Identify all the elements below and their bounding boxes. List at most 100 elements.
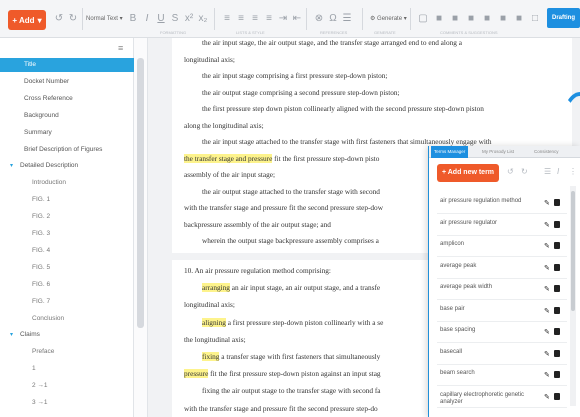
suggest-icon[interactable]: ■ bbox=[432, 12, 446, 26]
pencil-icon[interactable]: ✎ bbox=[544, 393, 550, 401]
pencil-icon[interactable]: ✎ bbox=[544, 307, 550, 315]
superscript-icon[interactable]: x² bbox=[182, 12, 196, 26]
terms-scrollbar[interactable] bbox=[570, 186, 576, 406]
track-changes-icon[interactable]: ■ bbox=[512, 12, 526, 26]
pencil-icon[interactable]: ✎ bbox=[544, 350, 550, 358]
align-center-icon[interactable]: ≡ bbox=[234, 12, 248, 26]
term-row[interactable]: air pressure regulator ✎ bbox=[437, 216, 567, 236]
omega-icon[interactable]: Ω bbox=[326, 12, 340, 26]
sidebar-item[interactable]: Background bbox=[0, 109, 134, 123]
sidebar-item[interactable]: ▾ Detailed Description bbox=[0, 159, 134, 173]
pencil-icon[interactable]: ✎ bbox=[544, 371, 550, 379]
highlighted-term[interactable]: fixing bbox=[202, 352, 220, 361]
sidebar-item[interactable]: FIG. 1 bbox=[0, 193, 134, 207]
undo-icon[interactable]: ↺ bbox=[507, 167, 514, 176]
trash-icon[interactable] bbox=[554, 199, 560, 206]
sidebar-item[interactable]: Brief Description of Figures bbox=[0, 143, 134, 157]
view-options-icon[interactable]: □ bbox=[528, 12, 542, 26]
term-row[interactable]: average peak ✎ bbox=[437, 259, 567, 279]
trash-icon[interactable] bbox=[554, 220, 560, 228]
sidebar-scrollbar[interactable] bbox=[134, 38, 148, 417]
terms-scrollbar-thumb[interactable] bbox=[571, 191, 575, 311]
sidebar-item[interactable]: 1 bbox=[0, 362, 134, 376]
highlighted-term[interactable]: aligning bbox=[202, 317, 226, 327]
chevron-down-icon[interactable]: ▾ bbox=[10, 328, 20, 342]
tab-consistency[interactable]: Consistency bbox=[531, 146, 562, 158]
indent-icon[interactable]: ⇥ bbox=[276, 12, 290, 26]
sidebar-item[interactable]: FIG. 4 bbox=[0, 244, 134, 258]
term-row[interactable]: average peak width ✎ bbox=[437, 280, 567, 300]
pencil-icon[interactable]: ✎ bbox=[544, 328, 550, 336]
pencil-icon[interactable]: ✎ bbox=[544, 242, 550, 250]
term-row[interactable]: basecall ✎ bbox=[437, 345, 567, 365]
term-row[interactable]: air pressure regulation method ✎ bbox=[437, 194, 567, 214]
italic-icon[interactable]: I bbox=[140, 12, 154, 26]
trash-icon[interactable] bbox=[554, 306, 560, 314]
highlighted-term[interactable]: pressure bbox=[184, 369, 209, 379]
term-row[interactable]: capillary electrophoretic genetic analyz… bbox=[437, 388, 567, 408]
term-row[interactable]: beam search ✎ bbox=[437, 366, 567, 386]
sidebar-item[interactable]: Introduction bbox=[0, 176, 134, 190]
trash-icon[interactable] bbox=[554, 371, 560, 378]
trash-icon[interactable] bbox=[554, 328, 560, 335]
justify-icon[interactable]: ≡ bbox=[262, 12, 276, 26]
sidebar-item[interactable]: Title bbox=[0, 58, 134, 72]
sidebar-item[interactable]: Preface bbox=[0, 345, 134, 359]
highlighted-term[interactable]: arranging bbox=[202, 283, 230, 293]
tab-my-prosody-list[interactable]: My Prosody List bbox=[479, 146, 517, 158]
trash-icon[interactable] bbox=[554, 285, 560, 292]
sidebar-item[interactable]: FIG. 5 bbox=[0, 261, 134, 275]
align-left-icon[interactable]: ≡ bbox=[220, 12, 234, 26]
trash-icon[interactable] bbox=[554, 392, 560, 400]
comment-icon[interactable]: ▢ bbox=[416, 12, 430, 26]
highlighted-term[interactable]: the transfer stage and pressure bbox=[184, 153, 273, 163]
bold-icon[interactable]: B bbox=[126, 12, 140, 26]
link-icon[interactable]: ⊗ bbox=[312, 12, 326, 26]
add-new-term-button[interactable]: + Add new term bbox=[437, 164, 499, 182]
add-button[interactable]: + Add ▾ bbox=[8, 10, 46, 30]
sidebar-item[interactable]: FIG. 6 bbox=[0, 278, 134, 292]
pencil-icon[interactable]: ✎ bbox=[544, 264, 550, 272]
list-format-icon[interactable]: ☰ bbox=[544, 167, 551, 176]
sidebar-item[interactable]: 3 →1 bbox=[0, 396, 134, 410]
sidebar-item[interactable]: Docket Number bbox=[0, 75, 134, 89]
previous-change-icon[interactable]: ■ bbox=[480, 12, 494, 26]
sidebar-scrollbar-thumb[interactable] bbox=[137, 58, 144, 328]
term-row[interactable]: amplicon ✎ bbox=[437, 237, 567, 257]
sidebar-item[interactable]: FIG. 7 bbox=[0, 295, 134, 309]
sidebar-item[interactable]: 2 →1 bbox=[0, 379, 134, 393]
redo-icon[interactable]: ↻ bbox=[66, 12, 80, 26]
trash-icon[interactable] bbox=[554, 263, 560, 271]
trash-icon[interactable] bbox=[554, 349, 560, 357]
reject-icon[interactable]: ■ bbox=[464, 12, 478, 26]
sidebar-item[interactable]: Cross Reference bbox=[0, 92, 134, 106]
tab-terms-manager[interactable]: Terms Manager bbox=[431, 146, 469, 158]
sidebar-item[interactable]: Summary bbox=[0, 126, 134, 140]
redo-icon[interactable]: ↻ bbox=[521, 167, 528, 176]
next-change-icon[interactable]: ■ bbox=[496, 12, 510, 26]
font-style-select[interactable]: Normal Text ▾ bbox=[86, 12, 123, 26]
align-right-icon[interactable]: ≡ bbox=[248, 12, 262, 26]
drafting-button[interactable]: Drafting bbox=[547, 8, 580, 28]
undo-icon[interactable]: ↺ bbox=[52, 12, 66, 26]
accept-icon[interactable]: ■ bbox=[448, 12, 462, 26]
pencil-icon[interactable]: ✎ bbox=[544, 221, 550, 229]
subscript-icon[interactable]: x₂ bbox=[196, 12, 210, 26]
pencil-icon[interactable]: ✎ bbox=[544, 199, 550, 207]
generate-menu[interactable]: ⚙ Generate ▾ bbox=[370, 12, 407, 26]
underline-icon[interactable]: U bbox=[154, 12, 168, 26]
hamburger-menu-icon[interactable]: ≡ bbox=[118, 43, 123, 53]
term-row[interactable]: base pair ✎ bbox=[437, 302, 567, 322]
sidebar-item[interactable]: Conclusion bbox=[0, 312, 134, 326]
sidebar-item[interactable]: FIG. 3 bbox=[0, 227, 134, 241]
pencil-icon[interactable]: ✎ bbox=[544, 285, 550, 293]
list-icon[interactable]: ☰ bbox=[340, 12, 354, 26]
term-row[interactable]: base spacing ✎ bbox=[437, 323, 567, 343]
chevron-down-icon[interactable]: ▾ bbox=[10, 159, 20, 173]
outdent-icon[interactable]: ⇤ bbox=[290, 12, 304, 26]
sidebar-item[interactable]: FIG. 2 bbox=[0, 210, 134, 224]
trash-icon[interactable] bbox=[554, 242, 560, 249]
italic-icon[interactable]: I bbox=[557, 167, 559, 176]
strikethrough-icon[interactable]: S bbox=[168, 12, 182, 26]
sidebar-item[interactable]: ▾ Claims bbox=[0, 328, 134, 342]
